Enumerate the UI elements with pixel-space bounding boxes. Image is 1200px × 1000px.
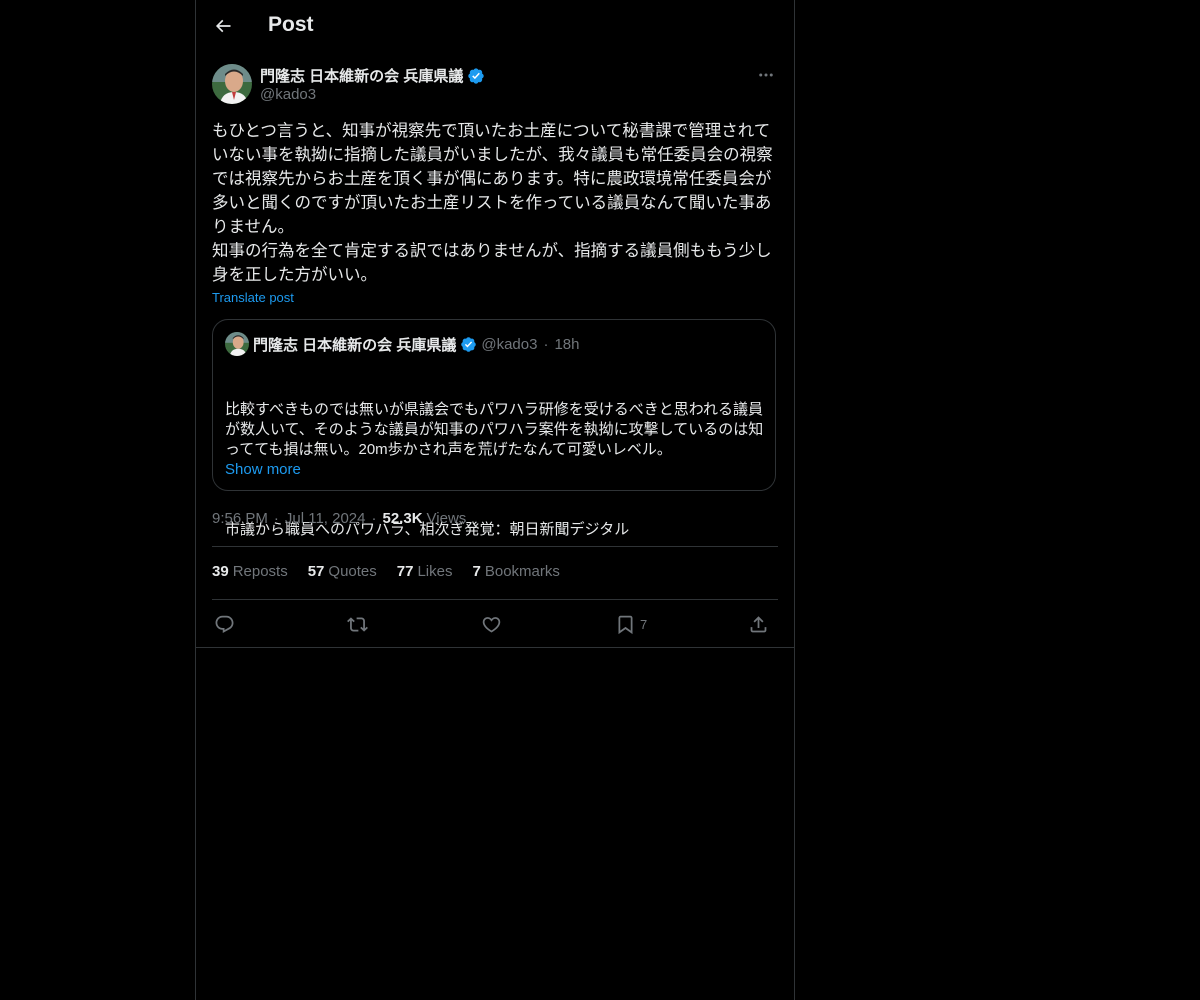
bookmark-button[interactable]: 7 (615, 608, 647, 640)
quotes-stat[interactable]: 57 Quotes (308, 563, 377, 580)
bookmark-icon (618, 615, 633, 634)
stat-label: Quotes (328, 563, 377, 580)
heart-icon (482, 616, 501, 633)
post-time[interactable]: 9:56 PM (212, 510, 268, 527)
share-button[interactable] (748, 608, 769, 640)
stat-label: Reposts (232, 563, 288, 580)
more-button[interactable] (754, 64, 778, 86)
post-date[interactable]: Jul 11, 2024 (285, 510, 366, 527)
handle[interactable]: @kado3 (260, 86, 316, 103)
divider (212, 599, 778, 600)
page-title: Post (268, 13, 314, 36)
stat-label: Likes (417, 563, 453, 580)
views-label: Views (426, 510, 467, 527)
likes-stat[interactable]: 77 Likes (397, 563, 453, 580)
views-count: 52.3K (382, 510, 423, 527)
meta-dot: · (371, 510, 377, 527)
translate-post-link[interactable]: Translate post (212, 290, 294, 305)
reposts-stat[interactable]: 39 Reposts (212, 563, 288, 580)
quote-handle: @kado3 (481, 335, 538, 353)
quote-text-block: 比較すべきものでは無いが県議会でもパワハラ研修を受けるべきと思われる議員が数人い… (225, 360, 765, 580)
stat-number: 7 (472, 563, 481, 580)
reply-button[interactable] (214, 608, 235, 640)
display-name[interactable]: 門隆志 日本維新の会 兵庫県議 (260, 65, 463, 86)
quote-text: 比較すべきものでは無いが県議会でもパワハラ研修を受けるべきと思われる議員が数人い… (225, 401, 764, 458)
repost-icon (347, 616, 368, 632)
back-arrow-icon (215, 19, 231, 33)
divider (212, 546, 778, 547)
name-row: 門隆志 日本維新の会 兵庫県議 (260, 65, 485, 86)
bookmarks-stat[interactable]: 7 Bookmarks (473, 563, 560, 580)
stat-label: Bookmarks (484, 563, 560, 580)
divider (196, 647, 794, 648)
quote-avatar (225, 332, 249, 356)
reply-icon (215, 615, 234, 633)
post-meta: 9:56 PM · Jul 11, 2024 · 52.3K Views (212, 510, 466, 527)
quote-display-name: 門隆志 日本維新の会 兵庫県議 (253, 336, 457, 354)
main-column: Post 門隆志 日本維新の会 兵庫県議 @kado3 もひとつ言うと、知事が視… (195, 0, 795, 1000)
header: Post (196, 0, 794, 53)
verified-badge-icon (467, 67, 485, 85)
quote-verified-badge-icon (460, 336, 477, 353)
quote-time: 18h (554, 335, 580, 353)
bookmark-count: 7 (640, 616, 648, 632)
share-icon (750, 615, 767, 632)
show-more-link[interactable]: Show more (225, 461, 301, 478)
avatar[interactable] (212, 64, 252, 104)
quote-header: 門隆志 日本維新の会 兵庫県議 @kado3 · 18h (225, 332, 579, 356)
like-button[interactable] (481, 608, 502, 640)
stat-number: 39 (212, 563, 229, 580)
more-dots-icon (759, 73, 773, 77)
quoted-post[interactable]: 門隆志 日本維新の会 兵庫県議 @kado3 · 18h 比較すべきものでは無い… (212, 319, 776, 538)
action-bar: 7 (212, 608, 778, 640)
stat-number: 57 (307, 563, 325, 580)
meta-dot: · (273, 510, 279, 527)
author-block: 門隆志 日本維新の会 兵庫県議 @kado3 (212, 64, 778, 108)
repost-button[interactable] (347, 608, 368, 640)
back-button[interactable] (208, 11, 238, 41)
post-text: もひとつ言うと、知事が視察先で頂いたお土産について秘書課で管理されていない事を執… (212, 122, 773, 284)
stat-number: 77 (396, 563, 414, 580)
quote-separator: · (543, 335, 549, 353)
engagement-stats: 39 Reposts 57 Quotes 77 Likes 7 Bookmarks (212, 563, 580, 580)
